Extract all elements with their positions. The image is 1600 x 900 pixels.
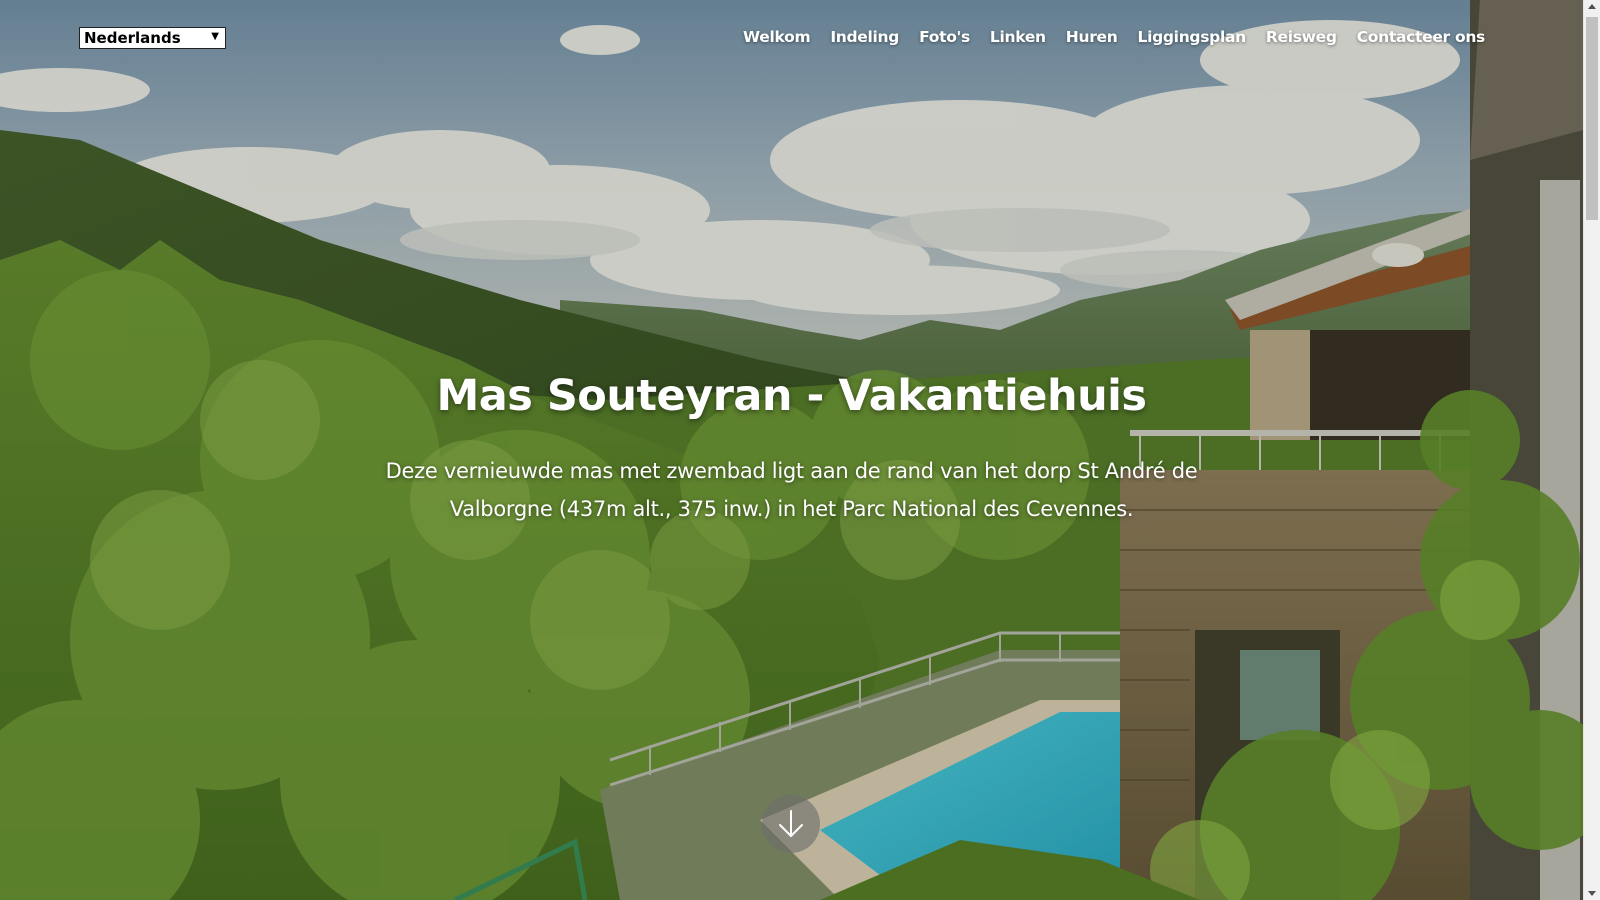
nav-item-contacteer-ons[interactable]: Contacteer ons — [1357, 28, 1486, 46]
hero-title: Mas Souteyran - Vakantiehuis — [436, 371, 1147, 421]
chevron-down-icon: ▼ — [211, 31, 219, 42]
scrollbar-thumb[interactable] — [1586, 17, 1598, 220]
language-select[interactable]: Nederlands ▼ — [79, 27, 226, 49]
nav-item-fotos[interactable]: Foto's — [919, 28, 970, 46]
scroll-up-arrow-icon[interactable] — [1588, 4, 1596, 9]
nav-item-welkom[interactable]: Welkom — [743, 28, 811, 46]
vertical-scrollbar[interactable] — [1583, 0, 1600, 900]
main-nav: Welkom Indeling Foto's Linken Huren Ligg… — [743, 28, 1485, 46]
nav-item-linken[interactable]: Linken — [990, 28, 1046, 46]
hero-overlay — [0, 0, 1583, 900]
hero-section: Nederlands ▼ Welkom Indeling Foto's Link… — [0, 0, 1583, 900]
arrow-down-icon — [779, 810, 803, 837]
page: Nederlands ▼ Welkom Indeling Foto's Link… — [0, 0, 1600, 900]
language-select-value: Nederlands — [84, 29, 181, 47]
nav-item-reisweg[interactable]: Reisweg — [1266, 28, 1337, 46]
nav-item-huren[interactable]: Huren — [1066, 28, 1118, 46]
scroll-down-arrow-icon[interactable] — [1588, 891, 1596, 896]
nav-item-indeling[interactable]: Indeling — [830, 28, 899, 46]
nav-item-liggingsplan[interactable]: Liggingsplan — [1138, 28, 1247, 46]
scroll-down-button[interactable] — [762, 795, 820, 853]
hero-description: Deze vernieuwde mas met zwembad ligt aan… — [385, 459, 1198, 521]
